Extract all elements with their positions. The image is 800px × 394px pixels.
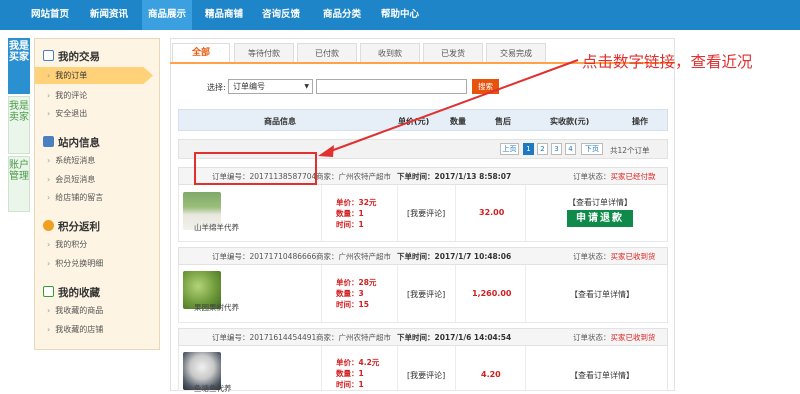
view-order-detail-link[interactable]: 【查看订单详情】 [570,289,634,300]
write-review-link[interactable]: [我要评论] [407,370,445,381]
tab-received-payment[interactable]: 收到款 [360,43,420,63]
write-review-link[interactable]: [我要评论] [407,208,445,219]
sidebar-item-my-reviews[interactable]: › 我的评论 [47,90,87,101]
product-name[interactable]: 山羊绵羊代养 [194,222,239,233]
order-number[interactable]: 订单编号：20171710486666 [212,251,316,262]
col-amount: 实收款(元) [550,117,590,126]
nav-shops[interactable]: 精品商铺 [205,0,243,30]
nav-home[interactable]: 网站首页 [31,0,69,30]
product-price-info: 单价：4.2元 数量：1 时间：1 [336,358,380,389]
order-time: 下单时间：2017/1/7 10:48:06 [397,252,512,261]
pager-total: 共12个订单 [610,146,650,155]
pager-page-3[interactable]: 3 [551,143,562,155]
sidebar-item-member-messages[interactable]: › 会员短消息 [47,174,95,185]
order-time: 下单时间：2017/1/13 8:58:07 [397,172,512,181]
edit-icon [43,136,54,147]
section-title: 我的收藏 [58,287,100,299]
tab-all[interactable]: 全部 [172,43,230,63]
filter-select[interactable]: 订单编号 ▼ [228,79,313,94]
trades-icon [43,50,54,61]
nav-news[interactable]: 新闻资讯 [90,0,128,30]
col-actions: 操作 [632,117,648,126]
sidebar: 我的交易 › 我的订单 › 我的评论 › 安全退出 站内信息 › 系统短消息 › 会员短消… [34,38,160,350]
nav-feedback[interactable]: 咨询反馈 [262,0,300,30]
order-number[interactable]: 订单编号：20171614454491 [212,332,316,343]
order-amount: 4.20 [481,370,501,379]
sidebar-item-points-exchange[interactable]: › 积分兑换明细 [47,258,103,269]
order-merchant: 商家：广州农特产超市 [316,172,391,181]
favorites-icon [43,286,54,297]
col-product-info: 商品信息 [264,117,296,126]
sidebar-item-my-points[interactable]: › 我的积分 [47,239,87,250]
order-status: 订单状态：买家已经付款 [573,172,656,181]
sidebar-item-shop-messages[interactable]: › 给店铺的留言 [47,192,103,203]
annotation-text: 点击数字链接，查看近况 [582,53,753,71]
product-price-info: 单价：32元 数量：1 时间：1 [336,198,377,229]
col-after-sales: 售后 [495,117,511,126]
write-review-link[interactable]: [我要评论] [407,289,445,300]
sidebar-item-system-messages[interactable]: › 系统短消息 [47,155,95,166]
sidebar-item-my-orders[interactable]: › 我的订单 [35,67,153,84]
pager-next[interactable]: 下页 [581,143,603,155]
order-amount: 1,260.00 [472,289,512,298]
tab-shipped[interactable]: 已发货 [423,43,483,63]
pager-page-1[interactable]: 1 [523,143,534,155]
role-tabs: 我是买家 我是卖家 账户管理 [8,38,30,212]
pager-prev[interactable]: 上页 [500,143,519,155]
col-unit-price: 单价(元) [398,117,430,126]
annotation-highlight-box [194,152,317,185]
request-refund-button[interactable]: 申请退款 [567,210,633,227]
search-input[interactable] [316,79,467,94]
product-name[interactable]: 果园果树代养 [194,302,239,313]
nav-categories[interactable]: 商品分类 [323,0,361,30]
order-time: 下单时间：2017/1/6 14:04:54 [397,333,512,342]
tab-awaiting-payment[interactable]: 等待付款 [234,43,294,63]
tab-paid[interactable]: 已付款 [297,43,357,63]
section-my-trades: 我的交易 [43,49,100,64]
section-site-messages: 站内信息 [43,135,100,150]
role-tab-seller[interactable]: 我是卖家 [8,96,30,154]
role-tab-account[interactable]: 账户管理 [8,156,30,212]
role-tab-buyer[interactable]: 我是买家 [8,38,30,94]
nav-help[interactable]: 帮助中心 [381,0,419,30]
top-nav: 网站首页 新闻资讯 商品展示 精品商铺 咨询反馈 商品分类 帮助中心 [0,0,800,30]
col-quantity: 数量 [450,117,466,126]
order-body [178,346,668,391]
tab-completed[interactable]: 交易完成 [486,43,546,63]
product-name[interactable]: 鱼塘鱼代养 [194,383,232,394]
order-status: 订单状态：买家已收到货 [573,333,656,342]
filter-select-value: 订单编号 [233,82,265,91]
sidebar-item-favorite-shops[interactable]: › 我收藏的店铺 [47,324,103,335]
order-merchant: 商家：广州农特产超市 [316,333,391,342]
section-title: 积分返利 [58,221,100,233]
order-amount: 32.00 [479,208,505,217]
coins-icon [43,220,54,231]
sidebar-item-favorite-products[interactable]: › 我收藏的商品 [47,305,103,316]
view-order-detail-link[interactable]: 【查看订单详情】 [570,370,634,381]
section-favorites: 我的收藏 [43,285,100,300]
nav-products[interactable]: 商品展示 [142,0,193,30]
sidebar-item-logout[interactable]: › 安全退出 [47,108,87,119]
product-price-info: 单价：28元 数量：3 时间：15 [336,278,377,309]
dropdown-arrow-icon: ▼ [304,83,309,90]
view-order-detail-link[interactable]: 【查看订单详情】 [568,197,632,208]
section-points: 积分返利 [43,219,100,234]
filter-label: 选择: [207,83,226,92]
section-title: 站内信息 [58,137,100,149]
pager-page-2[interactable]: 2 [537,143,548,155]
search-button[interactable]: 搜索 [472,79,499,94]
order-status: 订单状态：买家已收到货 [573,252,656,261]
section-title: 我的交易 [58,51,100,63]
order-merchant: 商家：广州农特产超市 [316,252,391,261]
pager-page-4[interactable]: 4 [565,143,576,155]
